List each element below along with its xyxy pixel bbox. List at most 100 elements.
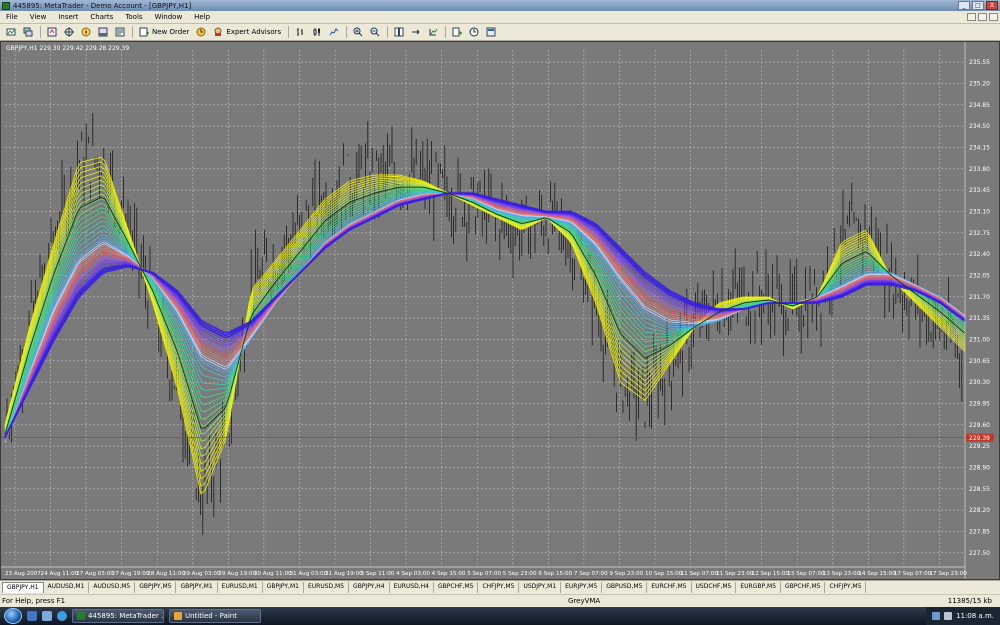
chart-tabs: GBPJPY,H1 AUDUSD,M1 AUDUSD,M5 GBPJPY,M5 GBPJ… (0, 580, 1000, 594)
chart-tab[interactable]: EURCHF,M5 (647, 582, 692, 593)
child-minimize-icon[interactable] (967, 13, 976, 21)
auto-scroll-button[interactable] (425, 25, 441, 39)
terminal-icon (98, 27, 108, 37)
market-watch-icon (47, 27, 57, 37)
chart-tab[interactable]: GBPJPY,H1 (2, 582, 44, 593)
time-tick-label: 12 Sep 15:00 (752, 571, 790, 577)
network-icon[interactable] (932, 612, 941, 620)
chart-tab[interactable]: GBPJPY,M1 (263, 582, 304, 593)
chart-tab[interactable]: CHFJPY,M5 (825, 582, 867, 593)
menu-tools[interactable]: Tools (119, 13, 148, 21)
chart-tab[interactable]: GBPJPY,M5 (135, 582, 177, 593)
internet-explorer-icon[interactable] (57, 611, 67, 621)
menu-view[interactable]: View (24, 13, 53, 21)
status-traffic: 11385/15 kb (947, 597, 992, 605)
switch-windows-icon[interactable] (42, 611, 52, 621)
time-tick-label: 10 Sep 15:00 (645, 571, 683, 577)
tile-windows-button[interactable] (391, 25, 407, 39)
time-tick-label: 5 Sep 23:00 (503, 571, 537, 577)
title-bar[interactable]: 445895: MetaTrader - Demo Account - [GBP… (0, 0, 1000, 11)
taskbar-item-paint[interactable]: Untitled - Paint (169, 609, 261, 623)
periods-button[interactable] (466, 25, 482, 39)
chart-tab[interactable]: EURUSD,H4 (390, 582, 435, 593)
price-tick-label: 234.15 (969, 145, 990, 152)
price-tick-label: 230.65 (969, 358, 990, 365)
menu-window[interactable]: Window (149, 13, 189, 21)
templates-button[interactable] (483, 25, 499, 39)
chart-tab[interactable]: GBPUSD,M5 (602, 582, 648, 593)
indicators-button[interactable] (449, 25, 465, 39)
bar-chart-button[interactable] (292, 25, 308, 39)
zoom-out-icon (370, 27, 380, 37)
toolbar-separator (288, 26, 290, 38)
profiles-icon (23, 27, 33, 37)
market-watch-button[interactable] (44, 25, 60, 39)
close-button[interactable]: X (986, 1, 998, 10)
price-tick-label: 232.40 (969, 251, 990, 258)
show-desktop-icon[interactable] (27, 611, 37, 621)
time-tick-label: 3 Sep 11:00 (361, 571, 395, 577)
chart-window[interactable]: 235.55 235.20 234.85 234.50 234.15 233.80 233.… (0, 41, 1000, 580)
strategy-tester-button[interactable] (112, 25, 128, 39)
child-restore-icon[interactable] (978, 13, 987, 21)
chart-tab[interactable]: AUDUSD,M1 (44, 582, 90, 593)
status-bar: For Help, press F1 GreyVMA 11385/15 kb (0, 594, 1000, 607)
menu-charts[interactable]: Charts (84, 13, 119, 21)
chart-tab[interactable]: EURUSD,M1 (218, 582, 263, 593)
volume-icon[interactable] (944, 612, 953, 620)
system-tray: 11:08 a.m. (926, 607, 1000, 625)
child-close-icon[interactable] (989, 13, 998, 21)
clock[interactable]: 11:08 a.m. (956, 612, 994, 620)
toolbar-separator (346, 26, 348, 38)
symbol-info: GBPJPY,H1 229.30 229.42 229.28 229.39 (6, 45, 130, 52)
history-center-button[interactable] (193, 25, 209, 39)
expert-advisors-button[interactable]: Expert Advisors (210, 25, 284, 39)
zoom-out-button[interactable] (367, 25, 383, 39)
time-tick-label: 9 Sep 23:00 (609, 571, 643, 577)
price-tick-label: 230.30 (969, 379, 990, 386)
chart-tab[interactable]: GBPCHF,M5 (434, 582, 479, 593)
navigator-icon (81, 27, 91, 37)
toolbar-separator (387, 26, 389, 38)
data-window-button[interactable] (61, 25, 77, 39)
task-label: 445895: MetaTrader ... (88, 612, 164, 620)
menu-help[interactable]: Help (188, 13, 216, 21)
new-order-button[interactable]: New Order (136, 25, 192, 39)
price-tick-label: 233.45 (969, 187, 990, 194)
terminal-button[interactable] (95, 25, 111, 39)
chart-shift-button[interactable] (408, 25, 424, 39)
start-button[interactable] (4, 608, 22, 624)
chart-tab[interactable]: EURUSD,M5 (304, 582, 350, 593)
metatrader-app-icon (2, 1, 10, 10)
expert-advisors-label: Expert Advisors (226, 28, 282, 36)
zoom-in-button[interactable] (350, 25, 366, 39)
chart-tab[interactable]: EURGBP,M5 (736, 582, 782, 593)
new-chart-button[interactable] (3, 25, 19, 39)
menu-insert[interactable]: Insert (52, 13, 84, 21)
maximize-button[interactable]: □ (972, 1, 984, 10)
price-chart[interactable]: 235.55 235.20 234.85 234.50 234.15 233.80 233.… (1, 42, 999, 579)
navigator-button[interactable] (78, 25, 94, 39)
chart-tab[interactable]: USDCHF,M5 (692, 582, 737, 593)
profiles-button[interactable] (20, 25, 36, 39)
line-chart-button[interactable] (326, 25, 342, 39)
chart-tab[interactable]: EURJPY,M5 (561, 582, 603, 593)
chart-tab[interactable]: CHFJPY,M5 (478, 582, 520, 593)
chart-tab[interactable]: GBPCHF,M5 (781, 582, 826, 593)
menu-file[interactable]: File (0, 13, 24, 21)
candle-bars (6, 112, 963, 536)
time-tick-label: 6 Sep 15:00 (538, 571, 572, 577)
taskbar-item-metatrader[interactable]: 445895: MetaTrader ... (72, 609, 164, 623)
time-tick-label: 14 Sep 15:00 (858, 571, 896, 577)
price-tick-label: 234.85 (969, 102, 990, 109)
time-tick-label: 7 Sep 07:00 (574, 571, 608, 577)
candlestick-icon (313, 28, 321, 36)
candlestick-chart-button[interactable] (309, 25, 325, 39)
minimize-button[interactable]: _ (958, 1, 970, 10)
chart-tab[interactable]: AUDUSD,M5 (89, 582, 136, 593)
time-tick-label: 28 Aug 11:00 (147, 571, 185, 577)
time-tick-label: 31 Aug 19:00 (325, 571, 363, 577)
chart-tab[interactable]: GBPJPY,H4 (349, 582, 390, 593)
chart-tab[interactable]: GBPJPY,M1 (176, 582, 218, 593)
chart-tab[interactable]: USDJPY,M1 (519, 582, 562, 593)
